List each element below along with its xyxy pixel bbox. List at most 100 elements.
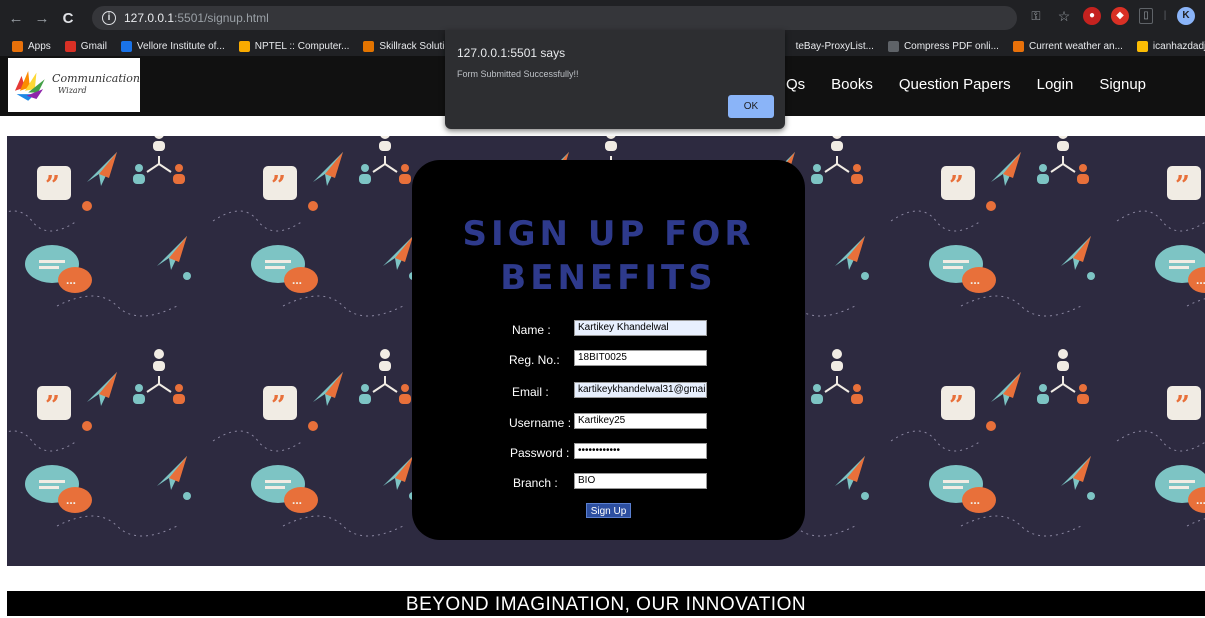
hands-logo-icon <box>14 70 45 101</box>
person-head-icon <box>853 164 861 172</box>
bookmark-item[interactable]: Apps <box>12 40 51 52</box>
person-head-icon <box>813 384 821 392</box>
ellipsis-icon: ... <box>970 493 980 507</box>
clipboard-icon[interactable]: ▯ <box>1139 8 1153 24</box>
regno-input[interactable]: 18BIT0025 <box>574 350 707 366</box>
person-head-icon <box>154 349 164 359</box>
key-icon[interactable]: ⚿ <box>1027 7 1045 25</box>
chat-line-icon <box>39 260 65 263</box>
paper-plane-wing-icon <box>1073 236 1091 262</box>
nav-item-login[interactable]: Login <box>1037 76 1074 93</box>
paper-plane-icon <box>1061 236 1091 270</box>
bookmark-item[interactable]: icanhazdadjoke <box>1136 40 1205 52</box>
bookmark-item[interactable]: NPTEL :: Computer... <box>238 40 349 52</box>
bookmark-item[interactable]: teBay-ProxyList... <box>779 40 874 52</box>
footer-tagline: BEYOND IMAGINATION, OUR INNOVATION <box>7 591 1205 616</box>
bookmark-label: teBay-ProxyList... <box>795 40 874 52</box>
extension-red-icon[interactable]: ● <box>1083 7 1101 25</box>
back-arrow-icon[interactable]: ← <box>6 10 26 27</box>
paper-plane-icon <box>835 236 865 270</box>
dialog-title: 127.0.0.1:5501 says <box>457 46 566 60</box>
chat-line-icon <box>943 486 963 489</box>
paper-plane-wing-icon <box>99 152 117 178</box>
form-row-regno: Reg. No.: 18BIT0025 <box>412 350 805 370</box>
chat-line-icon <box>1169 260 1195 263</box>
ellipsis-icon: ... <box>292 273 302 287</box>
quote-mark-icon: ” <box>949 391 964 421</box>
dot-icon <box>82 201 92 211</box>
quote-mark-icon: ” <box>45 171 60 201</box>
url-host: 127.0.0.1 <box>124 11 175 25</box>
chat-line-icon <box>1169 266 1189 269</box>
dotted-path <box>282 515 404 537</box>
paper-plane-icon <box>991 372 1021 406</box>
profile-avatar-icon[interactable]: K <box>1177 7 1195 25</box>
person-head-icon <box>832 136 842 139</box>
site-nav: Qs Books Question Papers Login Signup <box>786 76 1172 93</box>
toolbar-icons: ⚿ ☆ ● ◆ ▯ | K <box>1027 7 1195 25</box>
name-input[interactable]: Kartikey Khandelwal <box>574 320 707 336</box>
form-row-username: Username : Kartikey25 <box>412 413 805 433</box>
dotted-path <box>56 515 178 537</box>
email-input[interactable]: kartikeykhandelwal31@gmai <box>574 382 707 398</box>
bookmark-label: Compress PDF onli... <box>903 40 999 52</box>
password-input[interactable]: •••••••••••• <box>574 443 707 459</box>
ublock-icon[interactable]: ◆ <box>1111 7 1129 25</box>
paper-plane-icon <box>991 152 1021 186</box>
bookmark-item[interactable]: Compress PDF onli... <box>887 40 999 52</box>
person-head-icon <box>135 384 143 392</box>
nav-item-faqs[interactable]: Qs <box>786 76 805 93</box>
sign-up-button[interactable]: Sign Up <box>586 503 631 518</box>
bookmark-item[interactable]: Gmail <box>64 40 107 52</box>
password-label: Password : <box>510 446 570 460</box>
form-row-password: Password : •••••••••••• <box>412 443 805 463</box>
address-bar[interactable]: i 127.0.0.1:5501/signup.html <box>92 6 1017 30</box>
person-head-icon <box>361 384 369 392</box>
dialog-ok-button[interactable]: OK <box>728 95 774 118</box>
person-body-icon <box>379 361 391 371</box>
branch-input[interactable]: BIO <box>574 473 707 489</box>
site-info-icon[interactable]: i <box>102 11 116 25</box>
nav-item-books[interactable]: Books <box>831 76 873 93</box>
paper-plane-wing-icon <box>1003 152 1021 178</box>
dot-icon <box>1087 492 1095 500</box>
signup-title: SIGN UP FOR BENEFITS <box>412 212 805 300</box>
bookmark-item[interactable]: Vellore Institute of... <box>120 40 225 52</box>
bookmark-item[interactable]: Current weather an... <box>1012 40 1123 52</box>
bookmark-star-icon[interactable]: ☆ <box>1055 7 1073 25</box>
connector-icon <box>824 376 850 393</box>
person-head-icon <box>1039 164 1047 172</box>
person-body-icon <box>605 141 617 151</box>
person-body-icon <box>379 141 391 151</box>
ellipsis-icon: ... <box>1196 273 1205 287</box>
forward-arrow-icon[interactable]: → <box>32 10 52 27</box>
person-body-icon <box>359 394 371 404</box>
paper-plane-wing-icon <box>169 236 187 262</box>
dotted-path <box>7 210 78 232</box>
form-row-name: Name : Kartikey Khandelwal <box>412 320 805 340</box>
bookmark-favicon-icon <box>363 40 375 52</box>
bookmark-label: Apps <box>28 40 51 52</box>
quote-mark-icon: ” <box>271 391 286 421</box>
connector-icon <box>146 156 172 173</box>
bookmark-label: Gmail <box>80 40 107 52</box>
paper-plane-icon <box>313 372 343 406</box>
dotted-path <box>282 295 404 317</box>
signup-card: SIGN UP FOR BENEFITS Name : Kartikey Kha… <box>412 160 805 540</box>
logo-line2: Wizard <box>58 86 87 95</box>
person-head-icon <box>813 164 821 172</box>
dotted-path <box>890 210 982 232</box>
chat-line-icon <box>1169 486 1189 489</box>
nav-item-signup[interactable]: Signup <box>1099 76 1146 93</box>
quote-mark-icon: ” <box>45 391 60 421</box>
bookmark-item[interactable]: Skillrack Solution <box>363 40 456 52</box>
person-head-icon <box>361 164 369 172</box>
nav-item-question-papers[interactable]: Question Papers <box>899 76 1011 93</box>
username-input[interactable]: Kartikey25 <box>574 413 707 429</box>
person-body-icon <box>359 174 371 184</box>
person-body-icon <box>1057 361 1069 371</box>
dot-icon <box>183 272 191 280</box>
paper-plane-icon <box>835 456 865 490</box>
site-logo[interactable]: Communication Wizard <box>8 58 140 112</box>
reload-icon[interactable]: C <box>58 10 78 27</box>
